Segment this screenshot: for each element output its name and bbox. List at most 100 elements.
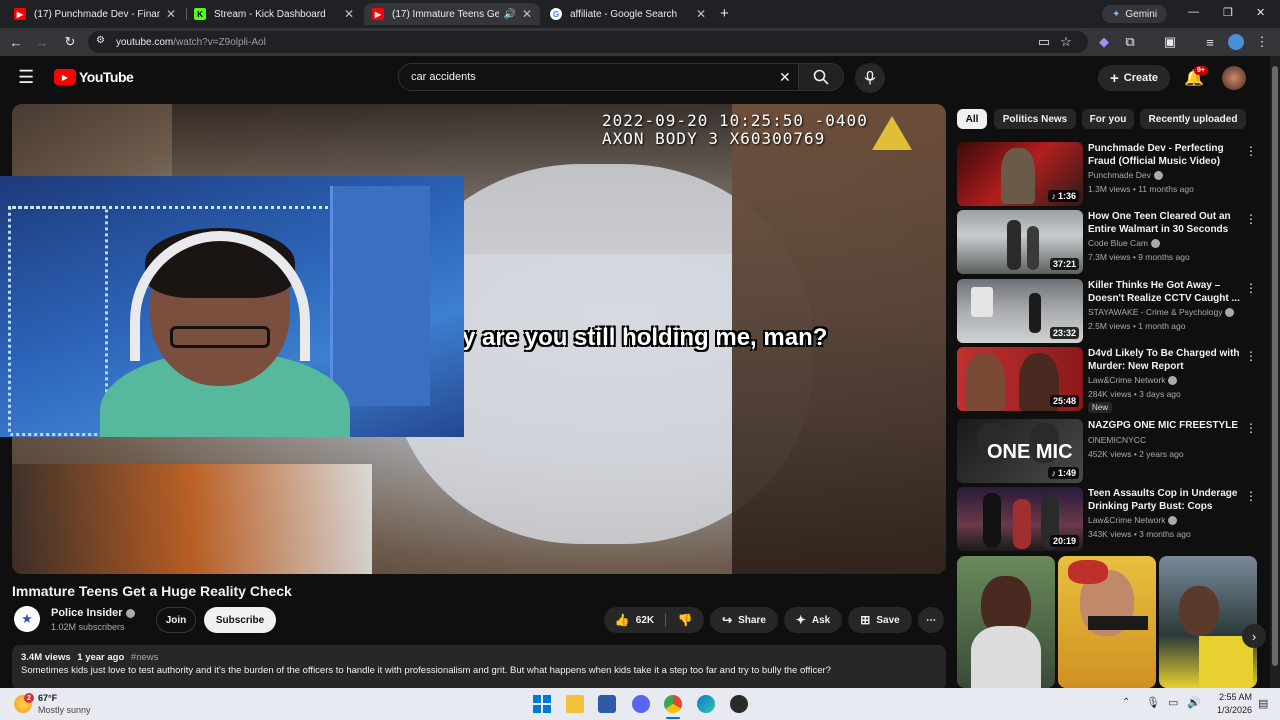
share-button[interactable]: ↪ Share xyxy=(710,607,778,633)
media-controls-icon[interactable]: ≡ xyxy=(1202,34,1218,50)
like-button[interactable]: 👍 62K xyxy=(604,607,665,633)
recommended-video[interactable]: 25:48 D4vd Likely To Be Charged with Mur… xyxy=(957,347,1267,413)
shorts-thumbnail[interactable] xyxy=(1159,556,1257,688)
scrollbar-thumb[interactable] xyxy=(1272,66,1278,666)
plus-icon: + xyxy=(1109,69,1119,87)
more-vertical-icon[interactable]: ⋮ xyxy=(1245,144,1257,158)
recommended-video[interactable]: 37:21 How One Teen Cleared Out an Entire… xyxy=(957,210,1267,274)
account-avatar[interactable] xyxy=(1222,66,1246,90)
show-hidden-icons[interactable]: ⌃ xyxy=(1122,697,1130,708)
bookmark-star-icon[interactable]: ☆ xyxy=(1058,34,1074,50)
site-info-icon[interactable]: ⚙ xyxy=(96,35,105,46)
video-thumbnail[interactable]: 20:19 xyxy=(957,487,1083,551)
profile-avatar-icon[interactable] xyxy=(1228,34,1244,50)
recommended-channel[interactable]: Law&Crime Network xyxy=(1088,515,1248,526)
youtube-icon: ▶ xyxy=(14,8,26,20)
clear-search-icon[interactable]: ✕ xyxy=(779,69,791,86)
video-thumbnail[interactable]: ♪ 1:36 xyxy=(957,142,1083,206)
notification-center-icon[interactable]: ▤ xyxy=(1258,697,1268,710)
more-actions-button[interactable]: ⋯ xyxy=(918,607,944,633)
channel-avatar[interactable]: ★ xyxy=(14,606,40,632)
chevron-right-icon[interactable]: › xyxy=(1242,624,1266,648)
search-button[interactable] xyxy=(798,63,844,91)
youtube-logo[interactable]: ▶ YouTube xyxy=(54,69,134,85)
recommended-video[interactable]: 20:19 Teen Assaults Cop in Underage Drin… xyxy=(957,487,1267,551)
video-thumbnail[interactable]: 23:32 xyxy=(957,279,1083,343)
channel-name[interactable]: Police Insider xyxy=(51,607,135,619)
new-tab-icon[interactable]: + xyxy=(720,5,729,22)
recommended-channel[interactable]: STAYAWAKE - Crime & Psychology xyxy=(1088,307,1248,318)
clock-date[interactable]: 1/3/2026 xyxy=(1208,705,1252,715)
voice-search-button[interactable] xyxy=(855,63,885,93)
network-icon[interactable]: ▭ xyxy=(1168,696,1178,709)
more-vertical-icon[interactable]: ⋮ xyxy=(1245,489,1257,503)
recommended-channel[interactable]: Law&Crime Network xyxy=(1088,375,1248,386)
chrome-menu-icon[interactable]: ⋮ xyxy=(1254,34,1270,50)
recommended-video[interactable]: ONE MIC ♪ 1:49 NAZGPG ONE MIC FREESTYLE O… xyxy=(957,419,1267,483)
chip-all[interactable]: All xyxy=(957,109,987,129)
recommended-video[interactable]: ♪ 1:36 Punchmade Dev - Perfecting Fraud (… xyxy=(957,142,1267,206)
chip-recently-uploaded[interactable]: Recently uploaded xyxy=(1140,109,1246,129)
extensions-puzzle-icon[interactable]: ⧉ xyxy=(1122,34,1138,50)
microphone-tray-icon[interactable]: 🎙 xyxy=(1146,696,1160,709)
volume-icon[interactable]: 🔊 xyxy=(1187,696,1201,709)
save-button[interactable]: ⊞ Save xyxy=(848,607,912,633)
subscribe-button[interactable]: Subscribe xyxy=(204,607,276,633)
extension-icon[interactable]: ◆ xyxy=(1096,34,1112,50)
video-thumbnail[interactable]: 37:21 xyxy=(957,210,1083,274)
forward-icon[interactable]: → xyxy=(34,34,50,50)
edge-icon[interactable] xyxy=(697,695,715,713)
join-button[interactable]: Join xyxy=(156,607,196,633)
back-icon[interactable]: ← xyxy=(8,34,24,50)
browser-tab[interactable]: ▶ (17) Punchmade Dev - Financia ✕ xyxy=(6,3,184,25)
browser-tab-active[interactable]: ▶ (17) Immature Teens Get a I 🔊 ✕ xyxy=(364,3,540,25)
video-thumbnail[interactable]: ONE MIC ♪ 1:49 xyxy=(957,419,1083,483)
minimize-icon[interactable]: — xyxy=(1188,6,1199,18)
close-window-icon[interactable]: ✕ xyxy=(1256,6,1265,19)
recommended-channel[interactable]: Code Blue Cam xyxy=(1088,238,1248,249)
page-scrollbar[interactable] xyxy=(1270,56,1280,688)
gemini-icon: ✦ xyxy=(1112,8,1121,20)
more-vertical-icon[interactable]: ⋮ xyxy=(1245,421,1257,435)
more-vertical-icon[interactable]: ⋮ xyxy=(1245,349,1257,363)
chip-for-you[interactable]: For you xyxy=(1082,109,1134,129)
address-bar[interactable]: ⚙ youtube.com/watch?v=Z9olpli-Aol xyxy=(88,31,1088,53)
obs-icon[interactable] xyxy=(730,695,748,713)
more-vertical-icon[interactable]: ⋮ xyxy=(1245,281,1257,295)
gemini-button[interactable]: ✦ Gemini xyxy=(1102,5,1168,23)
create-button[interactable]: + Create xyxy=(1098,65,1170,91)
recommended-meta: 2.5M views • 1 month ago xyxy=(1088,321,1186,331)
restore-icon[interactable]: ❐ xyxy=(1223,6,1233,19)
recommended-channel[interactable]: ONEMICNYCC xyxy=(1088,435,1248,445)
shorts-thumbnail[interactable] xyxy=(1058,556,1156,688)
description-box[interactable]: 3.4M views 1 year ago #news Sometimes ki… xyxy=(12,645,946,690)
chip-politics-news[interactable]: Politics News xyxy=(994,109,1076,129)
store-icon[interactable] xyxy=(598,695,616,713)
windows-start-icon[interactable] xyxy=(533,695,551,713)
tab-search-icon[interactable]: ▣ xyxy=(1162,34,1178,50)
close-tab-icon[interactable]: ✕ xyxy=(344,7,354,21)
discord-icon[interactable] xyxy=(632,695,650,713)
browser-tab[interactable]: G affiliate - Google Search ✕ xyxy=(542,3,714,25)
dislike-button[interactable]: 👎 xyxy=(666,607,704,633)
recommended-channel[interactable]: Punchmade Dev xyxy=(1088,170,1248,181)
close-tab-icon[interactable]: ✕ xyxy=(522,7,532,21)
shorts-thumbnail[interactable] xyxy=(957,556,1055,688)
recommended-video[interactable]: 23:32 Killer Thinks He Got Away – Doesn'… xyxy=(957,279,1267,343)
file-explorer-icon[interactable] xyxy=(566,695,584,713)
reload-icon[interactable]: ↻ xyxy=(62,34,78,50)
search-input[interactable]: car accidents ✕ xyxy=(398,63,804,91)
hashtag[interactable]: #news xyxy=(131,652,158,663)
clock-time[interactable]: 2:55 AM xyxy=(1208,692,1252,702)
ask-button[interactable]: ✦ Ask xyxy=(784,607,842,633)
close-tab-icon[interactable]: ✕ xyxy=(166,7,176,21)
chrome-icon[interactable] xyxy=(664,695,682,713)
more-vertical-icon[interactable]: ⋮ xyxy=(1245,212,1257,226)
close-tab-icon[interactable]: ✕ xyxy=(696,7,706,21)
hamburger-menu-icon[interactable]: ☰ xyxy=(18,68,34,86)
video-thumbnail[interactable]: 25:48 xyxy=(957,347,1083,411)
cast-icon[interactable]: ▭ xyxy=(1036,34,1052,50)
browser-tab[interactable]: K Stream - Kick Dashboard ✕ xyxy=(186,3,362,25)
audio-playing-icon[interactable]: 🔊 xyxy=(503,9,515,20)
subscriber-count: 1.02M subscribers xyxy=(51,622,125,632)
